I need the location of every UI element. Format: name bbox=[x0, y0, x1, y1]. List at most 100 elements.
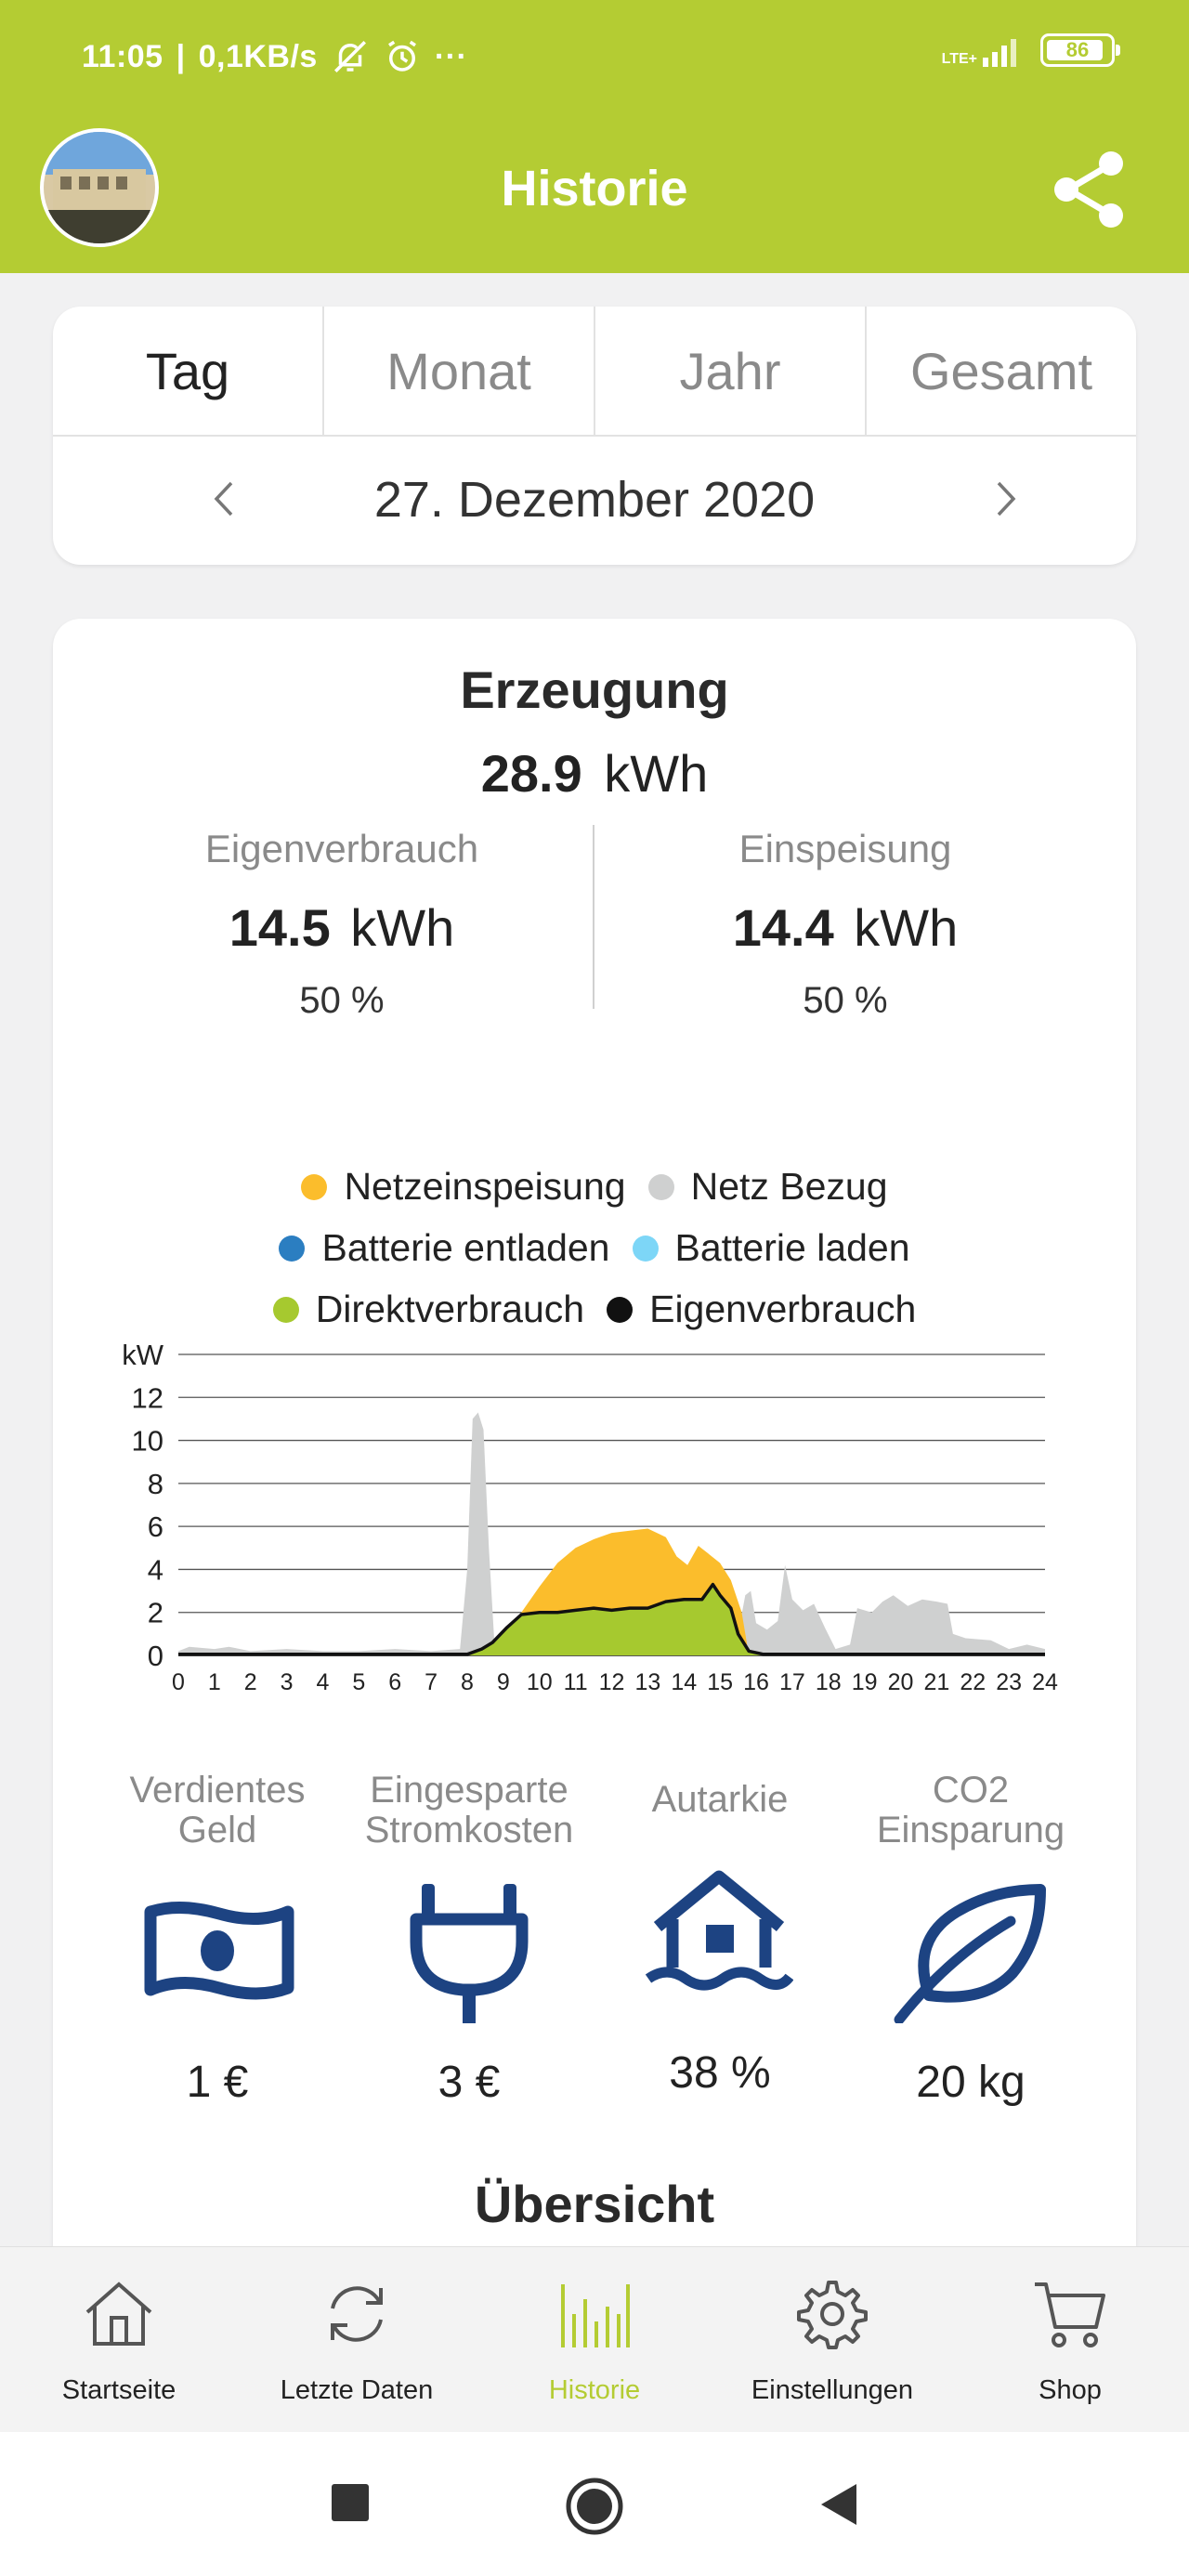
plug-icon bbox=[410, 1884, 529, 2023]
erzeugung-title: Erzeugung bbox=[460, 660, 729, 719]
status-bar-left: 11:05 | 0,1KB/s ··· bbox=[82, 37, 467, 76]
current-date: 27. Dezember 2020 bbox=[373, 472, 816, 528]
period-selector-card: Tag Monat Jahr Gesamt 27. Dezember 2020 bbox=[53, 307, 1136, 565]
erzeugung-total-unit: kWh bbox=[604, 744, 709, 803]
legend-dot bbox=[632, 1235, 659, 1262]
x-tick-label: 3 bbox=[281, 1669, 294, 1695]
nav-shop[interactable]: Shop bbox=[951, 2247, 1189, 2433]
legend-row-3: Direktverbrauch Eigenverbrauch bbox=[0, 1288, 1189, 1331]
x-tick-label: 4 bbox=[317, 1669, 330, 1695]
x-tick-label: 22 bbox=[960, 1669, 986, 1695]
page-title: Historie bbox=[501, 161, 688, 216]
nav-startseite[interactable]: Startseite bbox=[0, 2247, 238, 2433]
x-tick-label: 0 bbox=[172, 1669, 185, 1695]
nav-letzte-daten[interactable]: Letzte Daten bbox=[238, 2247, 476, 2433]
summary-divider bbox=[593, 825, 594, 1009]
tab-tag[interactable]: Tag bbox=[53, 307, 324, 435]
x-tick-label: 13 bbox=[634, 1669, 660, 1695]
y-tick-label: 10 bbox=[132, 1425, 163, 1458]
y-tick-label: 2 bbox=[148, 1597, 163, 1629]
bell-off-icon bbox=[333, 41, 366, 72]
chevron-left-icon[interactable] bbox=[202, 476, 248, 522]
stat-verdientes-geld: Verdientes Geld bbox=[129, 1770, 306, 1850]
y-tick-label: 12 bbox=[132, 1381, 163, 1414]
x-tick-label: 5 bbox=[352, 1669, 365, 1695]
stat-eingesparte-stromkosten: Eingesparte Stromkosten bbox=[364, 1770, 574, 1850]
x-tick-label: 2 bbox=[244, 1669, 257, 1695]
legend-item-direktverbrauch[interactable]: Direktverbrauch bbox=[272, 1288, 584, 1331]
x-tick-label: 1 bbox=[208, 1669, 221, 1695]
cart-icon bbox=[1035, 2282, 1105, 2347]
y-tick-label: 8 bbox=[148, 1468, 163, 1500]
refresh-icon bbox=[331, 2286, 383, 2342]
recents-icon[interactable] bbox=[332, 2484, 369, 2521]
stat-value-verdientes-geld: 1 € bbox=[186, 2058, 249, 2107]
x-tick-label: 6 bbox=[388, 1669, 401, 1695]
legend-item-netz-bezug[interactable]: Netz Bezug bbox=[647, 1165, 888, 1209]
legend-item-netzeinspeisung[interactable]: Netzeinspeisung bbox=[301, 1165, 626, 1209]
x-tick-label: 9 bbox=[497, 1669, 510, 1695]
signal-indicator: LTE+ bbox=[942, 33, 1024, 67]
tab-jahr[interactable]: Jahr bbox=[595, 307, 867, 435]
system-navigation-bar bbox=[0, 2432, 1189, 2576]
x-tick-label: 10 bbox=[527, 1669, 553, 1695]
x-tick-label: 18 bbox=[816, 1669, 842, 1695]
date-navigator: 27. Dezember 2020 bbox=[53, 437, 1136, 563]
legend-dot bbox=[279, 1235, 306, 1262]
bottom-navigation: Startseite Letzte Daten Historie Einstel… bbox=[0, 2246, 1189, 2432]
house-icon bbox=[645, 1870, 793, 1991]
status-bar-right: LTE+ 86 bbox=[942, 33, 1120, 67]
legend-dot bbox=[607, 1296, 634, 1323]
nav-historie[interactable]: Historie bbox=[476, 2247, 713, 2433]
x-tick-label: 23 bbox=[996, 1669, 1022, 1695]
back-icon[interactable] bbox=[819, 2482, 860, 2527]
stat-co2-einsparung: CO2 Einsparung bbox=[876, 1770, 1065, 1850]
network-label: LTE+ bbox=[941, 51, 977, 67]
battery-level: 86 bbox=[1065, 38, 1090, 61]
eigenverbrauch-percent: 50 % bbox=[299, 980, 385, 1021]
x-tick-label: 21 bbox=[923, 1669, 949, 1695]
leaf-icon bbox=[894, 1884, 1046, 2023]
y-tick-label: 0 bbox=[148, 1640, 163, 1672]
legend-dot bbox=[272, 1296, 299, 1323]
legend-item-eigenverbrauch[interactable]: Eigenverbrauch bbox=[607, 1288, 916, 1331]
status-speed: 0,1KB/s bbox=[198, 38, 318, 74]
tab-gesamt[interactable]: Gesamt bbox=[867, 307, 1136, 435]
status-more: ··· bbox=[434, 38, 468, 74]
x-tick-label: 16 bbox=[743, 1669, 769, 1695]
legend-dot bbox=[301, 1173, 328, 1200]
x-tick-label: 15 bbox=[707, 1669, 733, 1695]
eigenverbrauch-value: 14.5 kWh bbox=[229, 898, 455, 957]
x-tick-label: 12 bbox=[599, 1669, 625, 1695]
nav-einstellungen[interactable]: Einstellungen bbox=[713, 2247, 951, 2433]
status-time: 11:05 bbox=[82, 38, 163, 74]
period-tabs: Tag Monat Jahr Gesamt bbox=[53, 307, 1136, 437]
x-tick-label: 8 bbox=[461, 1669, 474, 1695]
legend-row-2: Batterie entladen Batterie laden bbox=[0, 1226, 1189, 1270]
einspeisung-summary: Einspeisung 14.4 kWh 50 % bbox=[613, 827, 1078, 1022]
x-tick-label: 7 bbox=[425, 1669, 438, 1695]
eigenverbrauch-summary: Eigenverbrauch 14.5 kWh 50 % bbox=[110, 827, 574, 1022]
x-tick-label: 20 bbox=[888, 1669, 914, 1695]
legend-item-batterie-entladen[interactable]: Batterie entladen bbox=[279, 1226, 610, 1270]
x-tick-label: 19 bbox=[852, 1669, 878, 1695]
eigenverbrauch-label: Eigenverbrauch bbox=[204, 827, 479, 870]
einspeisung-value: 14.4 kWh bbox=[732, 898, 959, 957]
power-chart: 024681012kW0 1 2 3 4 5 6 7 8 9 10 11 12 13 14 15 16 17 18 1… bbox=[122, 1339, 1058, 1695]
alarm-icon bbox=[387, 40, 416, 72]
stat-autarkie: Autarkie bbox=[651, 1779, 789, 1820]
gear-icon bbox=[797, 2281, 868, 2349]
stat-value-co2: 20 kg bbox=[916, 2058, 1026, 2107]
overview-title: Übersicht bbox=[474, 2175, 715, 2233]
battery-indicator: 86 bbox=[1040, 33, 1120, 67]
chevron-right-icon[interactable] bbox=[982, 476, 1028, 522]
tab-monat[interactable]: Monat bbox=[324, 307, 595, 435]
stat-value-stromkosten: 3 € bbox=[438, 2058, 501, 2107]
legend-dot bbox=[647, 1173, 674, 1200]
einspeisung-percent: 50 % bbox=[803, 980, 888, 1021]
home-button-icon[interactable] bbox=[565, 2477, 624, 2536]
money-icon bbox=[144, 1901, 294, 2000]
history-icon bbox=[561, 2284, 630, 2347]
share-icon[interactable] bbox=[1048, 149, 1130, 230]
legend-item-batterie-laden[interactable]: Batterie laden bbox=[632, 1226, 910, 1270]
